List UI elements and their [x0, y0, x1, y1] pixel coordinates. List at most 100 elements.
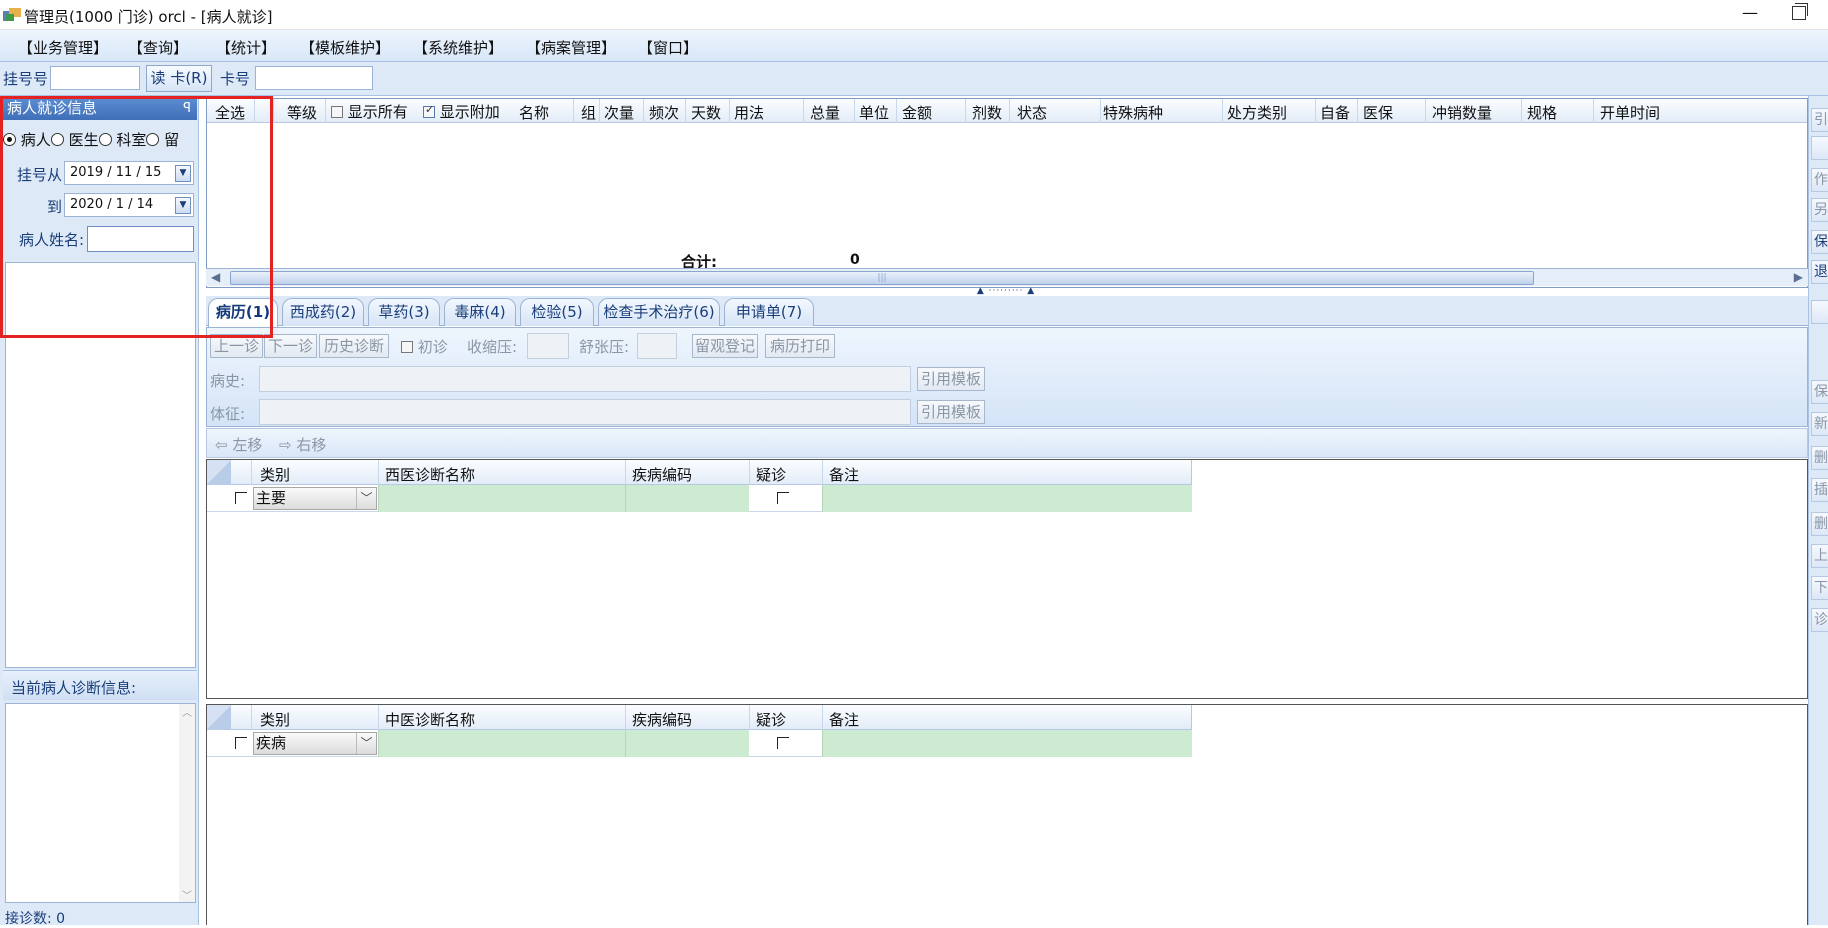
tab-herbal-medicine[interactable]: 草药(3): [368, 298, 440, 326]
table-row[interactable]: 疾病 ﹀: [207, 730, 1192, 757]
right-button-10[interactable]: 删: [1811, 446, 1828, 470]
right-button-13[interactable]: 上: [1811, 544, 1828, 568]
col-western-dx-name: 西医诊断名称: [385, 466, 476, 484]
grid-corner[interactable]: [207, 705, 231, 730]
menu-system-maintenance[interactable]: 【系统维护】: [413, 37, 503, 58]
scroll-up-icon[interactable]: ︿: [179, 704, 195, 719]
prescription-hscrollbar[interactable]: ◀ ||| ▶: [206, 268, 1808, 286]
move-left-button[interactable]: ⇦ 左移: [215, 434, 262, 455]
chinese-dx-name-cell[interactable]: [378, 730, 625, 757]
history-template-button[interactable]: 引用模板: [917, 367, 985, 391]
highlight-box: [0, 96, 273, 338]
move-right-label: 右移: [296, 436, 327, 454]
col-disease-code: 疾病编码: [632, 466, 693, 484]
right-button-9[interactable]: 新: [1811, 412, 1828, 436]
category-value: 疾病: [256, 734, 287, 752]
first-visit-toggle[interactable]: 初诊: [401, 336, 448, 357]
grid-corner[interactable]: [207, 460, 231, 485]
window-title: 管理员(1000 门诊) orcl - [病人就诊]: [24, 8, 273, 26]
history-input[interactable]: [259, 366, 911, 392]
reg-no-input[interactable]: [50, 66, 140, 90]
minimize-button[interactable]: —: [1738, 3, 1762, 25]
tab-western-medicine[interactable]: 西成药(2): [282, 298, 364, 326]
row-checkbox[interactable]: [235, 737, 247, 749]
move-right-button[interactable]: ⇨ 右移: [279, 434, 326, 455]
medical-record-panel: 上一诊 下一诊 历史诊断 初诊 收缩压: 舒张压: 留观登记 病历打印 病史: …: [206, 327, 1808, 427]
current-diagnosis-box[interactable]: ︿ ﹀: [5, 703, 196, 903]
show-all-toggle[interactable]: 显示所有: [331, 101, 408, 122]
right-button-6[interactable]: 退: [1811, 260, 1828, 284]
table-row[interactable]: 主要 ﹀: [207, 485, 1192, 512]
diastolic-input[interactable]: [637, 333, 677, 359]
show-all-label: 显示所有: [347, 103, 408, 121]
disease-code-cell[interactable]: [625, 485, 749, 512]
tab-request-form[interactable]: 申请单(7): [724, 298, 814, 326]
move-left-label: 左移: [232, 436, 263, 454]
show-all-checkbox[interactable]: [331, 106, 343, 118]
history-diagnosis-button[interactable]: 历史诊断: [319, 334, 389, 358]
suspected-checkbox[interactable]: [777, 737, 789, 749]
right-button-2[interactable]: [1811, 136, 1828, 160]
col-usage: 用法: [734, 104, 765, 122]
chinese-diagnosis-header: 类别 中医诊断名称 疾病编码 疑诊 备注: [207, 705, 1192, 730]
right-button-1[interactable]: 引: [1811, 108, 1828, 132]
card-no-input[interactable]: [255, 66, 373, 90]
first-visit-checkbox[interactable]: [401, 341, 413, 353]
show-extra-checkbox[interactable]: [423, 103, 435, 118]
menu-window[interactable]: 【窗口】: [638, 37, 698, 58]
right-button-12[interactable]: 删: [1811, 512, 1828, 536]
col-name: 名称: [519, 104, 550, 122]
right-button-14[interactable]: 下: [1811, 576, 1828, 600]
menu-template-maintenance[interactable]: 【模板维护】: [300, 37, 390, 58]
observation-register-button[interactable]: 留观登记: [692, 334, 758, 358]
right-button-3[interactable]: 作: [1811, 168, 1828, 192]
read-card-button[interactable]: 读 卡(R): [146, 65, 212, 92]
print-record-button[interactable]: 病历打印: [765, 334, 835, 358]
col-remark: 备注: [829, 466, 860, 484]
diagnosis-scrollbar[interactable]: ︿ ﹀: [179, 704, 195, 902]
chinese-diagnosis-grid[interactable]: 类别 中医诊断名称 疾病编码 疑诊 备注 疾病 ﹀: [206, 704, 1808, 925]
scroll-right-icon[interactable]: ▶: [1794, 270, 1803, 284]
tab-lab-test[interactable]: 检验(5): [520, 298, 594, 326]
card-no-label: 卡号: [220, 70, 251, 88]
scroll-down-icon[interactable]: ﹀: [179, 887, 195, 902]
menu-bar: 【业务管理】 【查询】 【统计】 【模板维护】 【系统维护】 【病案管理】 【窗…: [0, 30, 1828, 62]
right-button-8[interactable]: 保: [1811, 380, 1828, 404]
menu-business[interactable]: 【业务管理】: [18, 37, 108, 58]
splitter-handle[interactable]: ▲ ········· ▲: [966, 287, 1046, 296]
category-select[interactable]: 疾病 ﹀: [253, 732, 377, 755]
diastolic-label: 舒张压:: [579, 338, 630, 356]
western-diagnosis-grid[interactable]: 类别 西医诊断名称 疾病编码 疑诊 备注 主要 ﹀: [206, 459, 1808, 699]
disease-code-cell[interactable]: [625, 730, 749, 757]
tab-exam-surgery[interactable]: 检查手术治疗(6): [598, 298, 720, 326]
prescription-grid[interactable]: 全选 等级 显示所有 显示附加 名称 组 次量 频次 天数 用法 总量 单位 金…: [206, 98, 1808, 288]
right-button-4[interactable]: 另: [1811, 198, 1828, 222]
remark-cell[interactable]: [822, 730, 1192, 757]
current-diagnosis-header: 当前病人诊断信息:: [3, 670, 197, 700]
menu-query[interactable]: 【查询】: [128, 37, 188, 58]
chevron-down-icon[interactable]: ﹀: [356, 488, 376, 509]
chevron-down-icon[interactable]: ﹀: [356, 733, 376, 754]
sign-template-button[interactable]: 引用模板: [917, 400, 985, 424]
col-spec: 规格: [1527, 104, 1558, 122]
tab-narcotics[interactable]: 毒麻(4): [444, 298, 516, 326]
scroll-thumb[interactable]: |||: [230, 271, 1534, 285]
col-dose: 次量: [604, 104, 635, 122]
restore-button[interactable]: [1792, 3, 1808, 20]
remark-cell[interactable]: [822, 485, 1192, 512]
show-extra-toggle[interactable]: 显示附加: [423, 101, 500, 122]
row-checkbox[interactable]: [235, 492, 247, 504]
menu-statistics[interactable]: 【统计】: [216, 37, 276, 58]
right-button-15[interactable]: 诊: [1811, 608, 1828, 632]
col-suspected: 疑诊: [756, 466, 787, 484]
sign-input[interactable]: [259, 399, 911, 425]
western-dx-name-cell[interactable]: [378, 485, 625, 512]
category-select[interactable]: 主要 ﹀: [253, 487, 377, 510]
systolic-input[interactable]: [527, 333, 569, 359]
right-button-7[interactable]: [1811, 300, 1828, 324]
suspected-checkbox[interactable]: [777, 492, 789, 504]
menu-case-management[interactable]: 【病案管理】: [526, 37, 616, 58]
col-insurance: 医保: [1363, 104, 1394, 122]
right-button-5[interactable]: 保: [1811, 230, 1828, 254]
right-button-11[interactable]: 插: [1811, 478, 1828, 502]
